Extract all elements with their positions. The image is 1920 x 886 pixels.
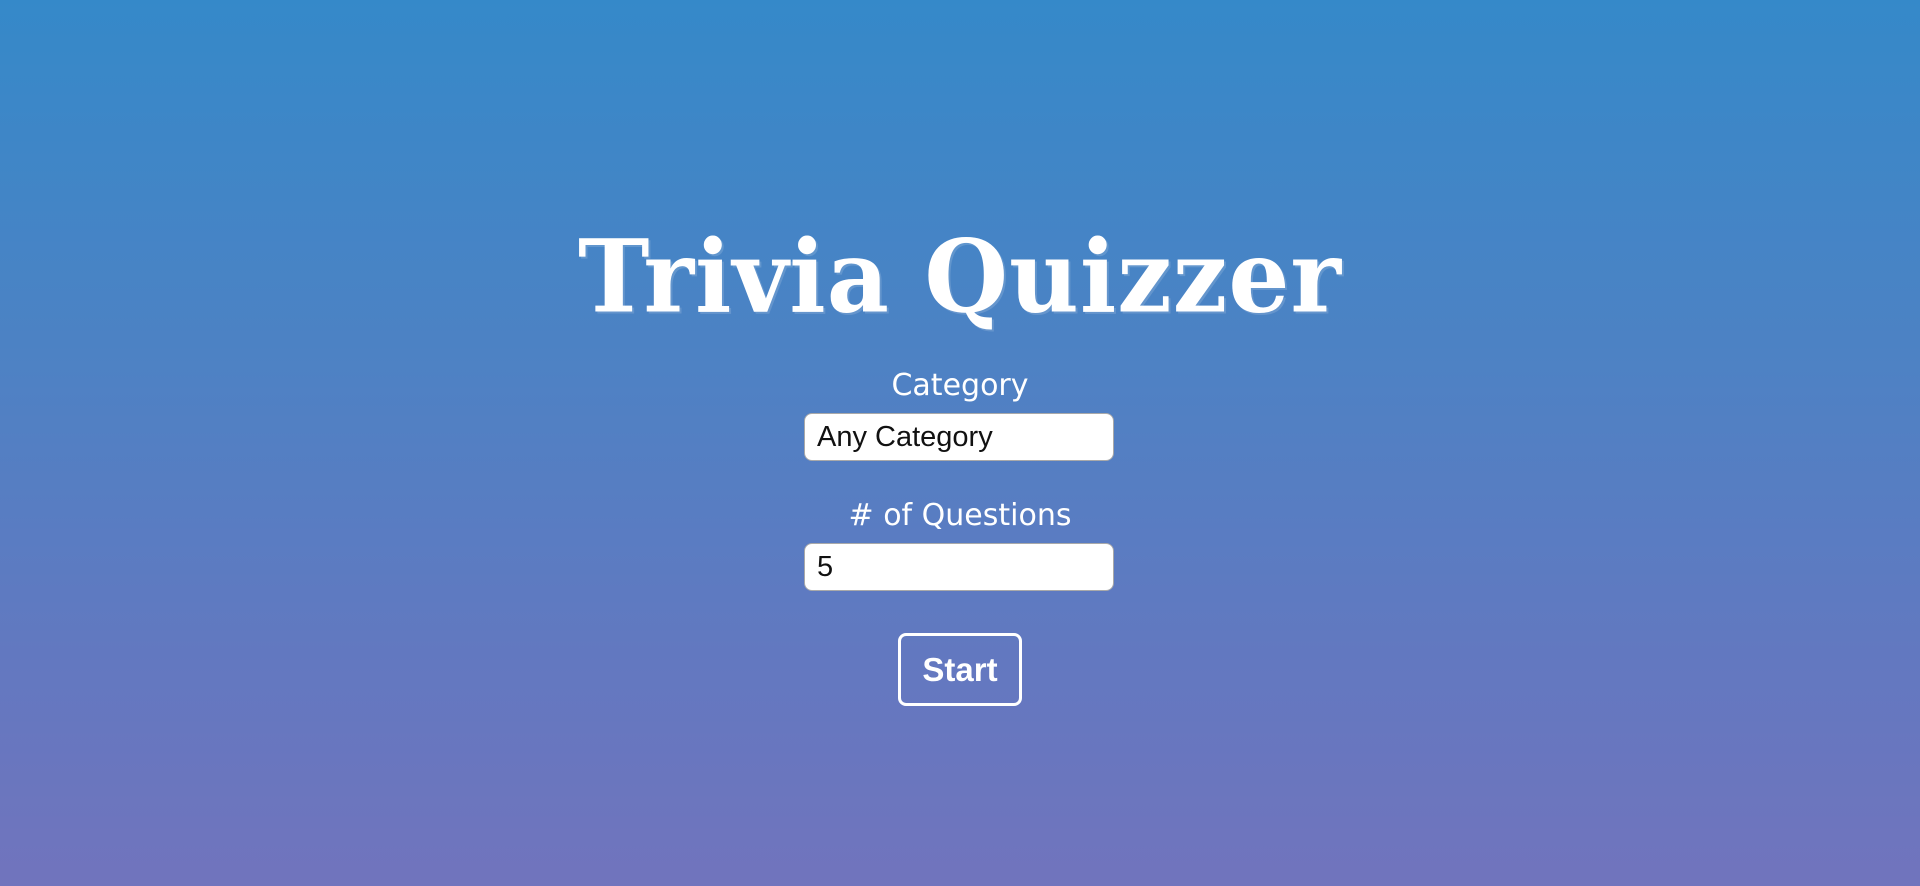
category-select[interactable]: Any Category bbox=[804, 413, 1114, 461]
start-button[interactable]: Start bbox=[898, 633, 1022, 706]
questions-count-label: # of Questions bbox=[848, 498, 1072, 533]
category-label: Category bbox=[891, 368, 1029, 403]
app-title: Trivia Quizzer bbox=[578, 217, 1342, 336]
quiz-setup-screen: Trivia Quizzer Category Any Category # o… bbox=[0, 0, 1920, 886]
questions-count-input[interactable]: 5 bbox=[804, 543, 1114, 591]
